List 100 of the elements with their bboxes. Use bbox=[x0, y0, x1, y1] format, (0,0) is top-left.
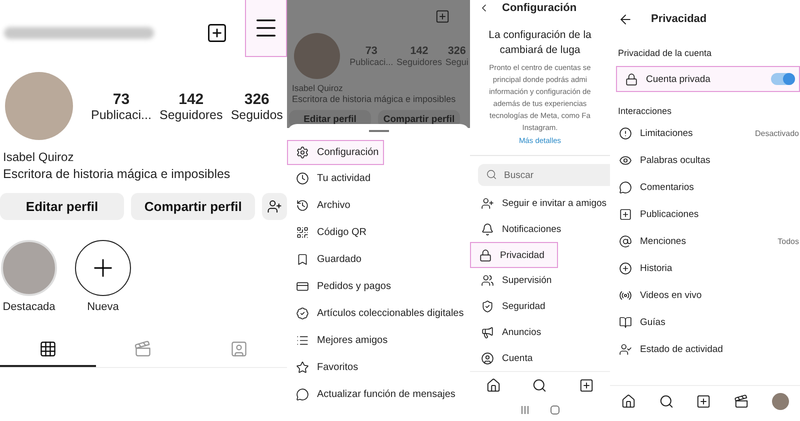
megaphone-icon bbox=[481, 326, 494, 340]
section-heading: Interacciones bbox=[617, 105, 673, 118]
private-account-row[interactable]: Cuenta privada bbox=[616, 66, 800, 92]
menu-item[interactable]: Archivo bbox=[287, 192, 352, 219]
bell-icon bbox=[481, 222, 494, 236]
add-person-icon bbox=[267, 199, 282, 214]
recent-apps-icon[interactable] bbox=[520, 404, 530, 415]
highlight-label: Destacada bbox=[2, 301, 56, 313]
star-icon bbox=[296, 361, 309, 374]
privacy-item[interactable]: Videos en vivo bbox=[610, 282, 800, 309]
broadcast-icon bbox=[619, 289, 632, 302]
menu-item[interactable]: Mejores amigos bbox=[287, 327, 389, 354]
privacy-item[interactable]: Palabras ocultas bbox=[610, 147, 800, 174]
row-label: Cuenta privada bbox=[646, 74, 710, 84]
profile-bio: Escritora de historia mágica e imposibles bbox=[291, 94, 457, 104]
highlight-label: Nueva bbox=[87, 301, 119, 313]
profile-name: Isabel Quiroz bbox=[291, 83, 344, 93]
stat-count: 73 bbox=[112, 90, 130, 108]
toggle-thumb[interactable] bbox=[783, 73, 795, 85]
history-icon bbox=[296, 199, 309, 212]
menu-item[interactable]: Tu actividad bbox=[287, 165, 372, 192]
plus-square-icon bbox=[206, 22, 228, 44]
profile-avatar[interactable] bbox=[772, 393, 789, 410]
lock-icon bbox=[479, 248, 492, 262]
profile-button[interactable]: Editar perfil bbox=[0, 193, 124, 220]
privacy-item[interactable]: Estado de actividad bbox=[610, 336, 800, 363]
stat-label: Seguidores bbox=[160, 108, 223, 122]
home-button-icon[interactable] bbox=[550, 404, 560, 415]
grid-icon bbox=[38, 340, 57, 358]
menu-item[interactable]: Código QR bbox=[287, 219, 368, 246]
privacy-item[interactable]: Comentarios bbox=[610, 174, 800, 201]
alert-icon bbox=[619, 127, 632, 140]
notice-title: La configuración de la bbox=[488, 28, 592, 44]
notice-title: cambiará de luga bbox=[500, 43, 580, 58]
chat-bubble-icon bbox=[296, 388, 309, 401]
settings-item[interactable]: Notificaciones bbox=[470, 216, 562, 242]
profile-name: Isabel Quiroz bbox=[2, 150, 75, 164]
search-field[interactable]: Buscar bbox=[478, 164, 610, 186]
settings-item[interactable]: Seguridad bbox=[470, 294, 546, 320]
settings-item[interactable]: Privacidad bbox=[470, 242, 558, 268]
add-person-icon bbox=[481, 196, 494, 210]
stat-count: 142 bbox=[178, 90, 204, 108]
add-friend-button[interactable] bbox=[262, 193, 287, 220]
comment-icon bbox=[619, 181, 632, 194]
shield-icon bbox=[481, 300, 494, 314]
plus-square-icon bbox=[435, 9, 450, 24]
plus-square-icon bbox=[619, 208, 632, 221]
privacy-item[interactable]: Limitaciones Desactivado bbox=[610, 120, 800, 147]
privacy-item[interactable]: Guías bbox=[610, 309, 800, 336]
settings-item[interactable]: Supervisión bbox=[470, 268, 553, 294]
reels-icon bbox=[734, 394, 750, 409]
stat-count: 142 bbox=[410, 45, 428, 57]
settings-item[interactable]: Seguir e invitar a amigos bbox=[470, 190, 608, 216]
bookmark-icon bbox=[296, 253, 309, 266]
menu-item[interactable]: Guardado bbox=[287, 246, 362, 273]
toggle-switch[interactable] bbox=[771, 73, 795, 85]
home-icon bbox=[621, 394, 636, 409]
eye-icon bbox=[619, 154, 632, 167]
privacy-item[interactable]: Publicaciones bbox=[610, 201, 800, 228]
sheet-handle[interactable] bbox=[368, 130, 388, 132]
menu-button[interactable] bbox=[245, 0, 287, 57]
lock-icon bbox=[625, 72, 638, 86]
stat-count: 326 bbox=[244, 90, 270, 108]
menu-item[interactable]: Pedidos y pagos bbox=[287, 273, 392, 300]
badge-check-icon bbox=[296, 307, 309, 320]
account-icon bbox=[481, 352, 494, 365]
clock-icon bbox=[296, 172, 309, 185]
page-title: Privacidad bbox=[651, 13, 707, 25]
tagged-icon bbox=[230, 340, 248, 358]
stat-label: Seguidores bbox=[396, 57, 442, 67]
settings-item[interactable]: Anuncios bbox=[470, 320, 542, 346]
menu-item[interactable]: Artículos coleccionables digitales bbox=[287, 300, 465, 327]
menu-item[interactable]: Actualizar función de mensajes bbox=[287, 381, 456, 408]
people-icon bbox=[481, 274, 494, 288]
qr-code-icon bbox=[296, 226, 309, 239]
stat-label: Segui bbox=[445, 57, 468, 67]
stat-label: Publicaci... bbox=[91, 108, 152, 122]
plus-square-icon bbox=[696, 394, 712, 409]
book-icon bbox=[619, 316, 632, 329]
section-heading: Privacidad de la cuenta bbox=[617, 47, 713, 60]
plus-square-icon bbox=[579, 378, 594, 393]
privacy-item[interactable]: Menciones Todos bbox=[610, 228, 800, 255]
person-check-icon bbox=[619, 343, 632, 356]
stat-label: Seguidos bbox=[230, 108, 283, 122]
menu-item[interactable]: Favoritos bbox=[287, 354, 360, 381]
plus-circle-icon bbox=[619, 262, 632, 275]
stat-count: 326 bbox=[448, 45, 466, 57]
card-icon bbox=[296, 280, 309, 293]
settings-item[interactable]: Cuenta bbox=[470, 346, 534, 372]
at-sign-icon bbox=[619, 235, 632, 248]
privacy-item[interactable]: Historia bbox=[610, 255, 800, 282]
profile-bio: Escritora de historia mágica e imposibles bbox=[2, 167, 232, 181]
gear-icon bbox=[296, 146, 309, 159]
reels-icon bbox=[134, 340, 152, 358]
home-icon bbox=[486, 378, 501, 393]
search-icon bbox=[486, 169, 497, 180]
profile-button[interactable]: Compartir perfil bbox=[131, 193, 256, 220]
page-title: Configuración bbox=[502, 2, 577, 14]
stat-label: Publicaci... bbox=[350, 57, 394, 67]
menu-item[interactable]: Configuración bbox=[287, 140, 384, 165]
